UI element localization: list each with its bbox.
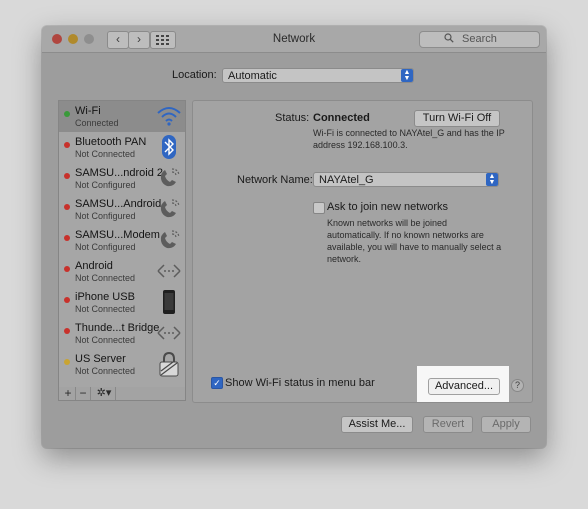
status-label: Status:: [275, 112, 310, 124]
turn-wifi-off-button[interactable]: Turn Wi-Fi Off: [414, 110, 500, 127]
status-value: Connected: [313, 112, 370, 124]
service-item-samsung-android[interactable]: SAMSU...Android Not Configured: [59, 194, 185, 225]
status-dot-red: [64, 297, 70, 303]
ask-join-label: Ask to join new networks: [327, 201, 449, 213]
checkmark-icon: ✓: [213, 378, 221, 388]
service-status: Not Configured: [75, 180, 136, 190]
gear-menu-button[interactable]: ✲▾: [93, 387, 116, 400]
ask-join-checkbox[interactable]: [313, 202, 325, 214]
phone-icon: [160, 199, 180, 218]
status-description: Wi-Fi is connected to NAYAtel_G and has …: [313, 128, 505, 150]
title-bar: ‹ › Network Search: [42, 26, 546, 53]
service-name: Android: [75, 260, 113, 272]
search-icon: [444, 32, 454, 47]
service-item-us-server[interactable]: US Server Not Connected: [59, 349, 185, 380]
lock-icon: [159, 351, 179, 377]
phone-icon: [160, 168, 180, 187]
service-item-iphone-usb[interactable]: iPhone USB Not Connected: [59, 287, 185, 318]
service-name: SAMSU...Modem: [75, 229, 160, 241]
service-item-wi-fi[interactable]: Wi-Fi Connected: [59, 101, 185, 132]
search-field[interactable]: Search: [419, 31, 540, 48]
service-name: US Server: [75, 353, 126, 365]
service-status: Not Connected: [75, 149, 136, 159]
help-button[interactable]: ?: [511, 379, 524, 392]
location-select[interactable]: Automatic ▲ ▼: [222, 68, 414, 83]
ethernet-arrows-icon: [157, 326, 181, 340]
service-name: SAMSU...Android: [75, 198, 162, 210]
status-dot-red: [64, 235, 70, 241]
service-item-samsung-android-2[interactable]: SAMSU...ndroid 2 Not Configured: [59, 163, 185, 194]
service-status: Not Connected: [75, 366, 136, 376]
remove-service-button[interactable]: −: [76, 387, 91, 400]
bluetooth-icon: [162, 135, 176, 159]
service-item-samsung-modem[interactable]: SAMSU...Modem Not Configured: [59, 225, 185, 256]
service-name: Thunde...t Bridge: [75, 322, 160, 334]
location-value: Automatic: [228, 70, 277, 82]
status-dot-green: [64, 111, 70, 117]
service-status: Not Connected: [75, 335, 136, 345]
service-status: Not Configured: [75, 242, 136, 252]
assist-me-button[interactable]: Assist Me...: [341, 416, 413, 433]
advanced-button[interactable]: Advanced...: [428, 378, 500, 395]
ask-join-description: Known networks will be joined automatica…: [327, 218, 502, 264]
status-dot-red: [64, 204, 70, 210]
apply-button[interactable]: Apply: [481, 416, 531, 433]
network-name-label: Network Name:: [237, 174, 313, 186]
service-name: Wi-Fi: [75, 105, 101, 117]
iphone-icon: [163, 290, 175, 314]
wifi-icon: [157, 107, 181, 126]
location-label: Location:: [172, 69, 217, 81]
phone-icon: [160, 230, 180, 249]
service-list[interactable]: Wi-Fi Connected Bluetooth PAN Not Connec…: [58, 100, 186, 388]
service-item-thunderbolt-bridge[interactable]: Thunde...t Bridge Not Connected: [59, 318, 185, 349]
service-name: Bluetooth PAN: [75, 136, 147, 148]
service-name: SAMSU...ndroid 2: [75, 167, 164, 179]
chevron-updown-icon: ▲ ▼: [486, 173, 498, 186]
service-status: Not Configured: [75, 211, 136, 221]
service-status: Not Connected: [75, 304, 136, 314]
revert-button[interactable]: Revert: [423, 416, 473, 433]
network-preferences-window: ‹ › Network Search Location: Automatic ▲…: [42, 26, 546, 448]
service-item-bluetooth-pan[interactable]: Bluetooth PAN Not Connected: [59, 132, 185, 163]
ethernet-arrows-icon: [157, 264, 181, 278]
network-name-value: NAYAtel_G: [319, 174, 374, 186]
service-list-controls: + − ✲▾: [58, 387, 186, 401]
status-dot-red: [64, 173, 70, 179]
search-placeholder: Search: [462, 33, 497, 45]
service-item-android[interactable]: Android Not Connected: [59, 256, 185, 287]
service-name: iPhone USB: [75, 291, 135, 303]
service-status: Not Connected: [75, 273, 136, 283]
status-dot-red: [64, 142, 70, 148]
show-status-label: Show Wi-Fi status in menu bar: [225, 377, 375, 389]
add-service-button[interactable]: +: [61, 387, 76, 400]
status-dot-red: [64, 266, 70, 272]
service-status: Connected: [75, 118, 119, 128]
show-status-checkbox[interactable]: ✓: [211, 377, 223, 389]
network-name-select[interactable]: NAYAtel_G ▲ ▼: [313, 172, 499, 187]
chevron-updown-icon: ▲ ▼: [401, 69, 413, 82]
status-dot-red: [64, 328, 70, 334]
status-dot-yellow: [64, 359, 70, 365]
